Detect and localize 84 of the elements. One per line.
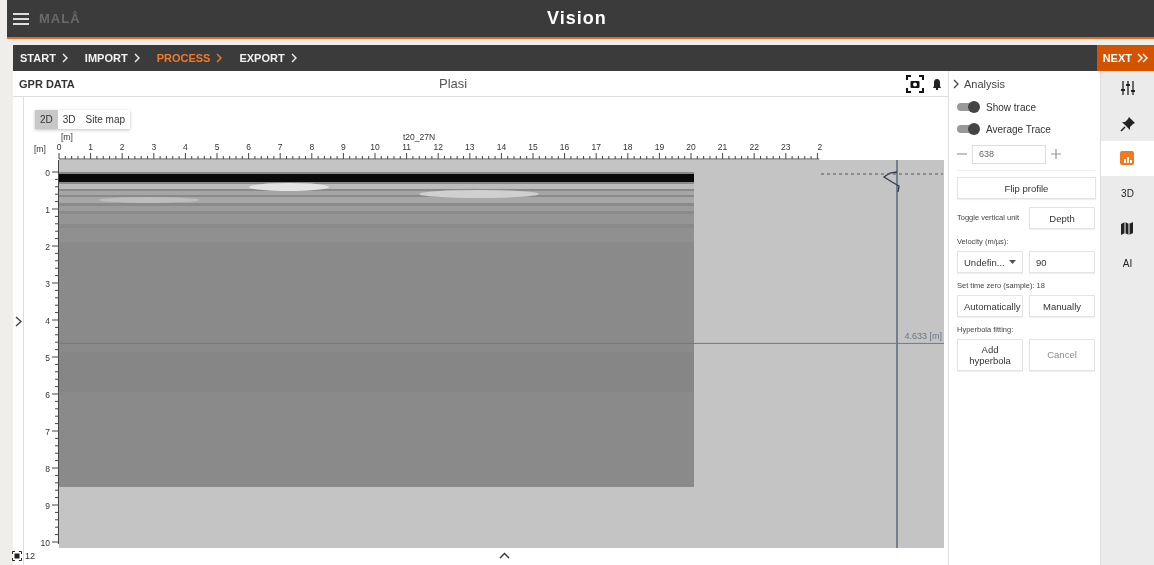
axis-tick-label: 7 bbox=[45, 427, 50, 437]
double-chevron-icon bbox=[1137, 53, 1148, 63]
axis-tick-label: 1 bbox=[88, 142, 93, 152]
time-zero-button[interactable]: Manually bbox=[1029, 295, 1095, 317]
axis-tick-label: 5 bbox=[214, 142, 220, 152]
axis-tick-label: 14 bbox=[496, 142, 507, 152]
chevron-right-icon bbox=[133, 53, 140, 63]
sliders-icon[interactable] bbox=[1119, 80, 1136, 97]
axis-tick-label: 16 bbox=[559, 142, 570, 152]
chevron-right-icon[interactable] bbox=[14, 315, 22, 327]
axis-tick-label: 17 bbox=[591, 142, 601, 152]
axis-tick-label: 9 bbox=[341, 142, 346, 152]
axis-tick-label: 15 bbox=[528, 142, 538, 152]
toggle-switch[interactable] bbox=[957, 103, 979, 111]
toggle-switch[interactable] bbox=[957, 125, 979, 133]
section-title: Analysis bbox=[964, 77, 1005, 90]
axis-tick-label: 2 bbox=[817, 142, 823, 152]
trace-number-field[interactable]: 638 bbox=[972, 144, 1046, 164]
view-tab[interactable]: 2D bbox=[35, 110, 58, 129]
view-tab[interactable]: 3D bbox=[57, 110, 81, 129]
zoom-count: 12 bbox=[25, 550, 35, 561]
velocity-select[interactable]: Undefin... bbox=[957, 251, 1023, 273]
axis-tick-label: 22 bbox=[749, 142, 759, 152]
axis-tick-label: 0 bbox=[45, 168, 50, 178]
time-zero-button[interactable]: Automatically bbox=[957, 295, 1023, 317]
axis-tick-label: 23 bbox=[781, 142, 791, 152]
flip-profile-button[interactable]: Flip profile bbox=[957, 177, 1096, 199]
axis-tick-label: 11 bbox=[402, 142, 411, 152]
axis-tick-label: 2 bbox=[119, 142, 125, 152]
profile-name: Plasi bbox=[439, 76, 469, 91]
axis-tick-label: 13 bbox=[465, 142, 475, 152]
toggle-label: Average Trace bbox=[986, 123, 1051, 135]
chevron-right-icon bbox=[290, 53, 297, 63]
bell-icon[interactable] bbox=[932, 77, 942, 90]
camera-icon[interactable] bbox=[906, 74, 924, 93]
axis-tick-label: 21 bbox=[717, 142, 728, 152]
axis-unit: [m] bbox=[61, 132, 73, 142]
axis-tick-label: 12 bbox=[433, 142, 443, 152]
bar-chart-icon[interactable] bbox=[1119, 150, 1136, 167]
menu-icon[interactable] bbox=[13, 11, 29, 26]
profile-label: t20_27N bbox=[402, 132, 436, 142]
axis-tick-label: 10 bbox=[40, 538, 50, 548]
axis-tick-label: 7 bbox=[277, 142, 283, 152]
axis-tick-label: 3 bbox=[45, 279, 50, 289]
axis-tick-label: 9 bbox=[45, 501, 50, 511]
hyperbola-button[interactable]: Add hyperbola bbox=[957, 339, 1023, 371]
axis-tick-label: 4 bbox=[45, 316, 50, 326]
depth-button[interactable]: Depth bbox=[1029, 207, 1095, 229]
axis-tick-label: 1 bbox=[45, 205, 50, 215]
toggle-label: Show trace bbox=[986, 101, 1037, 113]
axis-tick-label: 10 bbox=[370, 142, 380, 152]
axis-tick-label: 18 bbox=[623, 142, 633, 152]
axis-tick-label: 19 bbox=[654, 142, 665, 152]
axis-unit: [m] bbox=[34, 144, 46, 154]
panel-title: GPR DATA bbox=[19, 77, 76, 90]
axis-tick-label: 2 bbox=[45, 242, 50, 252]
axis-tick-label: 4 bbox=[183, 142, 188, 152]
rail-tab[interactable]: 3D bbox=[1121, 188, 1134, 199]
axis-tick-label: 0 bbox=[56, 142, 62, 152]
breadcrumb-link[interactable]: START bbox=[20, 52, 68, 64]
breadcrumb-link[interactable]: IMPORT bbox=[84, 52, 140, 64]
axis-tick-label: 6 bbox=[246, 142, 251, 152]
axis-tick-label: 8 bbox=[309, 142, 315, 152]
map-icon[interactable] bbox=[1119, 220, 1136, 237]
velocity-field[interactable]: 90 bbox=[1029, 251, 1095, 273]
axis-tick-label: 6 bbox=[45, 390, 50, 400]
caret-icon bbox=[1009, 260, 1016, 264]
chevron-up-icon[interactable] bbox=[499, 552, 510, 559]
rail-tab[interactable]: AI bbox=[1122, 258, 1133, 269]
chevron-right-icon bbox=[61, 53, 68, 63]
next-button[interactable]: NEXT bbox=[1096, 45, 1154, 71]
axis-tick-label: 20 bbox=[686, 142, 696, 152]
pin-icon[interactable] bbox=[1119, 115, 1136, 132]
depth-marker-label: 4.633 [m] bbox=[904, 331, 942, 342]
focus-icon[interactable] bbox=[12, 550, 22, 561]
axis-tick-label: 8 bbox=[45, 464, 50, 474]
view-tab[interactable]: Site map bbox=[80, 110, 131, 129]
app-title: Vision bbox=[547, 8, 607, 29]
breadcrumb-link[interactable]: PROCESS bbox=[156, 52, 223, 64]
chevron-right-icon bbox=[216, 53, 223, 63]
chevron-right-icon[interactable] bbox=[953, 78, 959, 89]
breadcrumb-link[interactable]: EXPORT bbox=[239, 52, 297, 64]
axis-tick-label: 3 bbox=[151, 142, 157, 152]
axis-tick-label: 5 bbox=[45, 353, 50, 363]
